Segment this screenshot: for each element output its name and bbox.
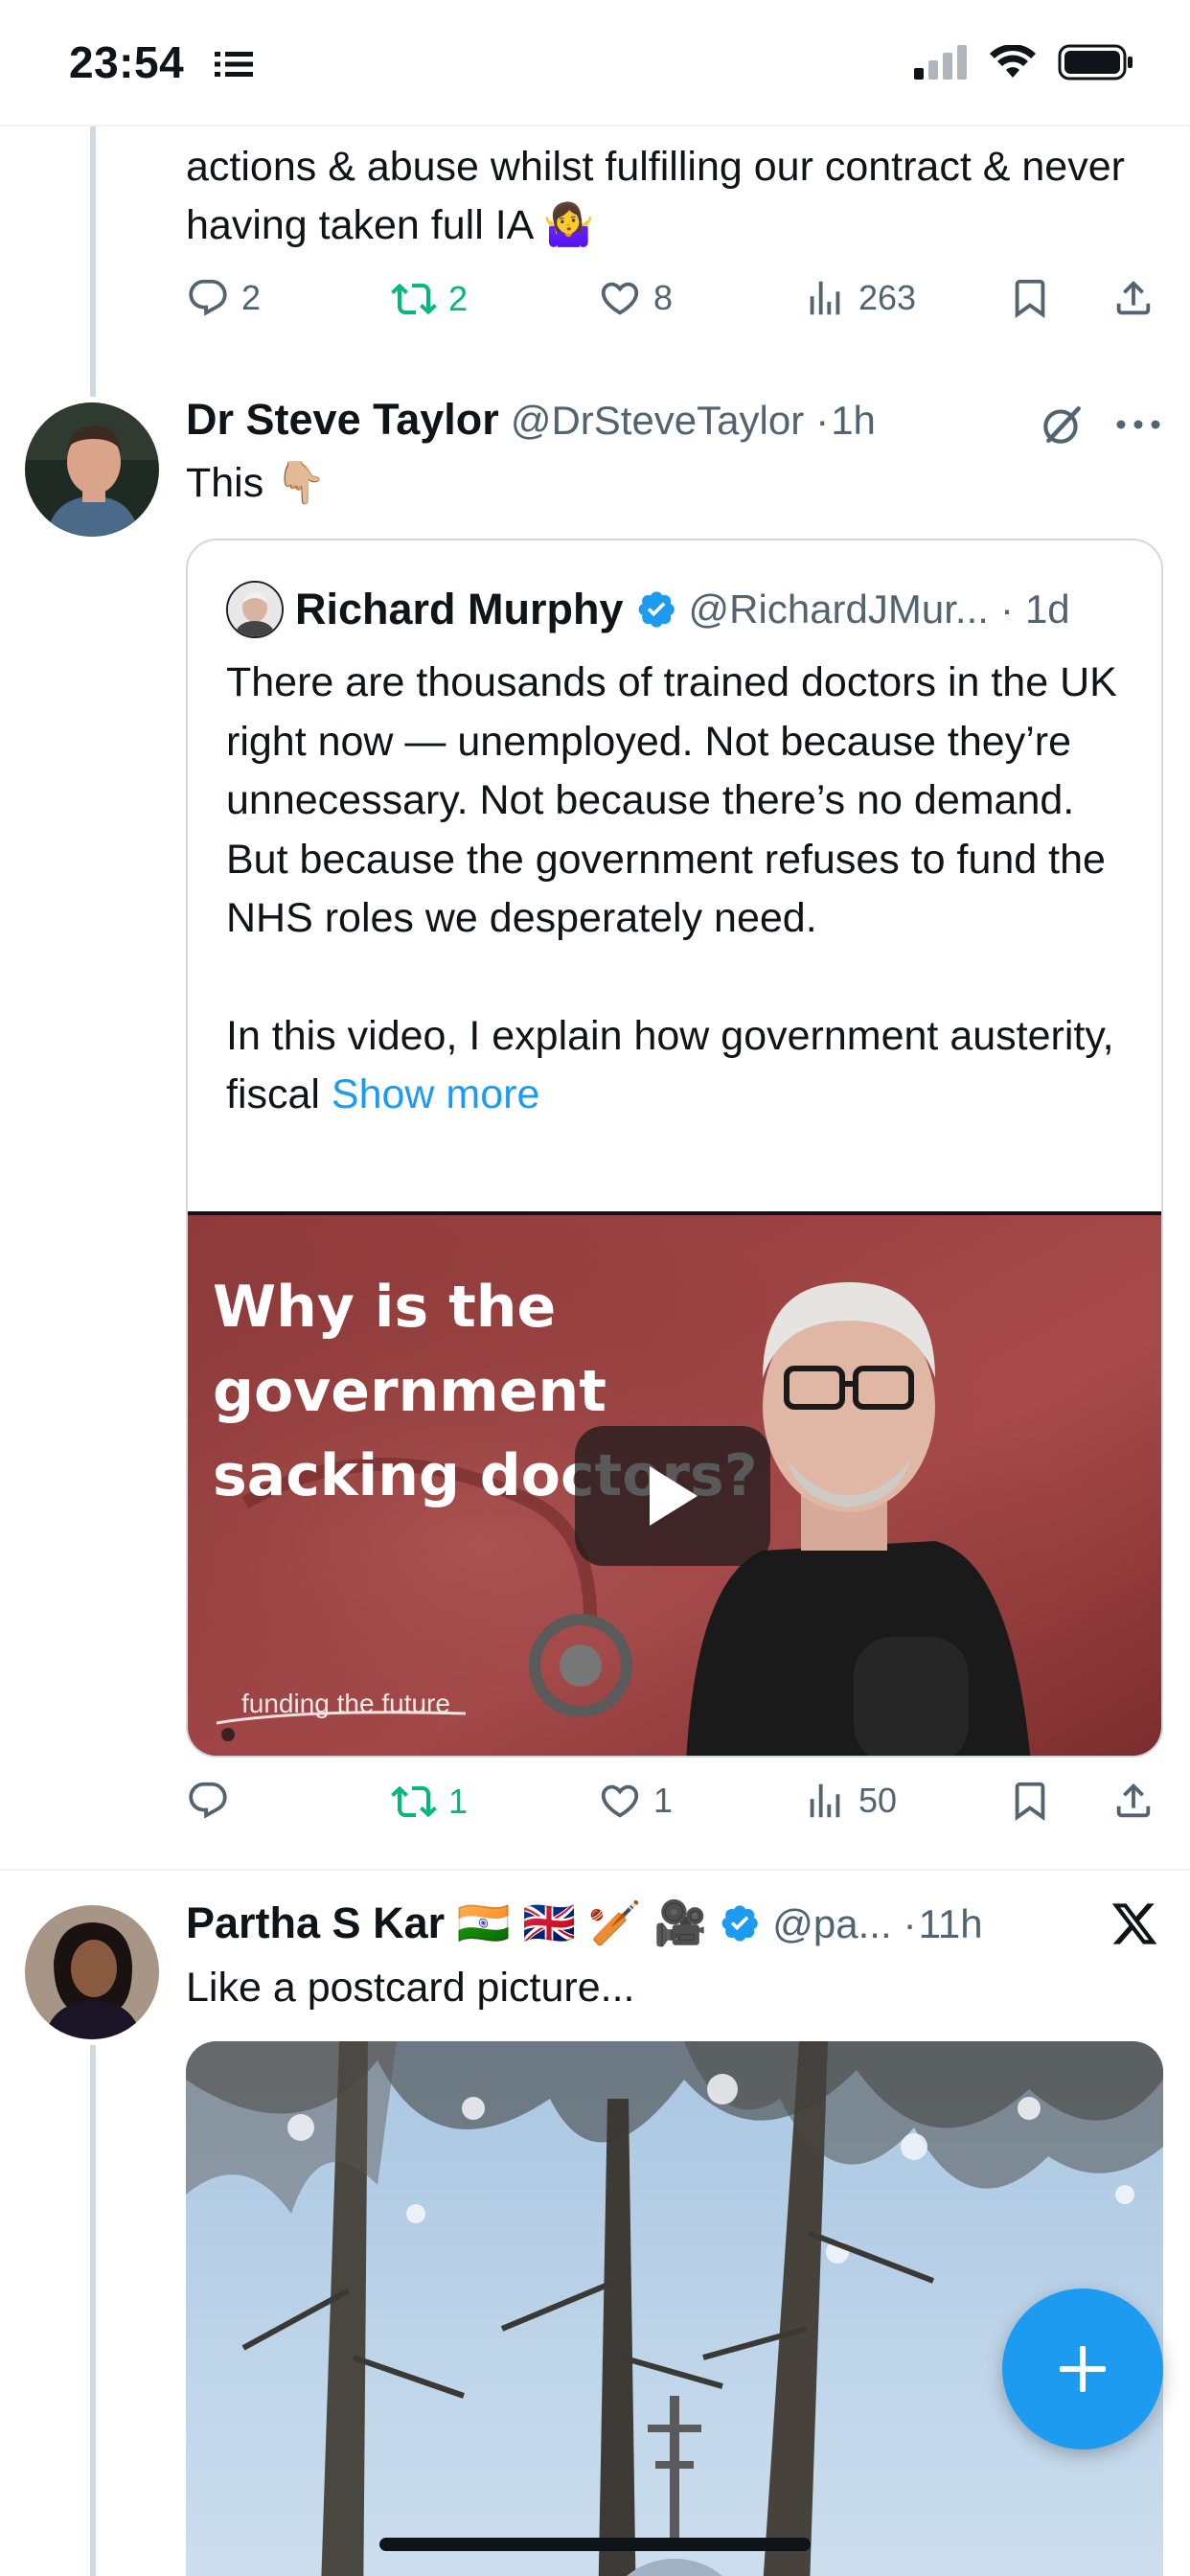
reply-icon	[189, 1782, 227, 1819]
tweet-header: Dr Steve Taylor @DrSteveTaylor · 1h	[186, 395, 876, 445]
like-button[interactable]: 1	[598, 1779, 673, 1823]
views-count: 263	[858, 278, 917, 317]
play-button[interactable]	[575, 1426, 770, 1566]
like-count: 1	[653, 1781, 674, 1820]
avatar[interactable]	[25, 402, 159, 537]
reply-button[interactable]	[186, 1779, 241, 1823]
quote-tweet[interactable]: Richard Murphy @RichardJMur... · 1d Ther…	[186, 539, 1163, 1758]
quote-text: There are thousands of trained doctors i…	[226, 654, 1136, 1125]
tweet-photo[interactable]	[186, 2041, 1163, 2576]
quote-header: Richard Murphy @RichardJMur... · 1d	[226, 581, 1070, 638]
compose-plus-icon	[1060, 2346, 1106, 2392]
play-icon	[650, 1466, 698, 1526]
retweet-count: 2	[448, 279, 469, 318]
tweet-text: actions & abuse whilst fulfilling our co…	[186, 144, 1125, 248]
grok-icon[interactable]	[1039, 401, 1087, 448]
bookmark-icon	[1015, 279, 1045, 318]
views-icon	[810, 1783, 840, 1818]
like-icon	[601, 1784, 639, 1818]
tweet-actions: 2 2 8 263	[186, 276, 1163, 334]
bookmark-icon	[1015, 1782, 1045, 1821]
views-icon	[810, 281, 840, 315]
retweet-icon	[391, 1785, 437, 1818]
tweet-actions: 1 1 50	[186, 1779, 1163, 1836]
x-logo-icon[interactable]	[1110, 1901, 1159, 1947]
reply-icon	[189, 279, 227, 316]
quote-author-name: Richard Murphy	[295, 585, 624, 633]
verified-icon	[638, 591, 675, 628]
status-time: 23:54	[69, 37, 185, 87]
bookmark-button[interactable]	[1008, 276, 1052, 320]
video-title-line: Why is the	[213, 1274, 557, 1341]
tweet-time[interactable]: 1h	[831, 398, 876, 444]
like-button[interactable]: 8	[598, 276, 673, 320]
share-button[interactable]	[1111, 276, 1156, 320]
retweet-button[interactable]: 1	[391, 1779, 468, 1825]
tweet-text: Like a postcard picture...	[186, 1965, 635, 2011]
retweet-icon	[391, 283, 437, 315]
tweet-time[interactable]: 11h	[919, 1901, 983, 1947]
quote-time: 1d	[1024, 586, 1070, 632]
share-button[interactable]	[1111, 1779, 1156, 1823]
like-icon	[601, 282, 639, 315]
avatar[interactable]	[25, 1905, 159, 2039]
video-footer: funding the future	[241, 1689, 450, 1718]
separator-dot: ·	[815, 398, 830, 443]
video-player[interactable]: Why is the government sacking doctors? f…	[188, 1211, 1161, 1756]
separator-dot: ·	[999, 586, 1014, 632]
author-name[interactable]: Partha S Kar 🇮🇳 🇬🇧 🏏 🎥	[186, 1898, 707, 1948]
status-bar: 23:54	[0, 0, 1190, 126]
author-handle[interactable]: @pa...	[772, 1901, 891, 1947]
reply-count: 2	[241, 278, 262, 317]
share-icon	[1116, 1782, 1151, 1818]
battery-icon	[1058, 44, 1133, 80]
list-icon	[215, 52, 253, 77]
show-more-link[interactable]: Show more	[332, 1071, 539, 1117]
like-count: 8	[653, 278, 674, 317]
separator-dot: ·	[903, 1901, 917, 1946]
signal-icon	[914, 45, 967, 80]
thread-line	[90, 126, 96, 397]
tweet-header: Partha S Kar 🇮🇳 🇬🇧 🏏 🎥 @pa... · 11h	[186, 1898, 983, 1948]
verified-icon	[721, 1904, 759, 1942]
quote-author-handle: @RichardJMur...	[688, 586, 989, 632]
retweet-count: 1	[448, 1782, 469, 1821]
share-icon	[1116, 280, 1151, 315]
compose-button[interactable]	[1002, 2288, 1163, 2450]
quote-paragraph-2: In this video, I explain how government …	[226, 1007, 1136, 1125]
retweet-button[interactable]: 2	[391, 276, 468, 322]
thread-line	[90, 2045, 96, 2576]
video-title-line: government	[213, 1358, 606, 1425]
tweet-text: This 👇🏼	[186, 460, 327, 506]
avatar	[226, 581, 284, 638]
more-icon[interactable]	[1115, 410, 1161, 439]
views-button[interactable]: 263	[803, 276, 916, 320]
tweet-divider	[0, 1869, 1190, 1871]
wifi-icon	[990, 45, 1036, 78]
author-name[interactable]: Dr Steve Taylor	[186, 395, 499, 445]
bookmark-button[interactable]	[1008, 1779, 1052, 1823]
home-indicator[interactable]	[379, 2538, 811, 2551]
views-count: 50	[858, 1781, 898, 1820]
reply-button[interactable]: 2	[186, 276, 261, 320]
author-handle[interactable]: @DrSteveTaylor	[511, 398, 804, 444]
views-button[interactable]: 50	[803, 1779, 897, 1823]
quote-paragraph: There are thousands of trained doctors i…	[226, 659, 1117, 941]
